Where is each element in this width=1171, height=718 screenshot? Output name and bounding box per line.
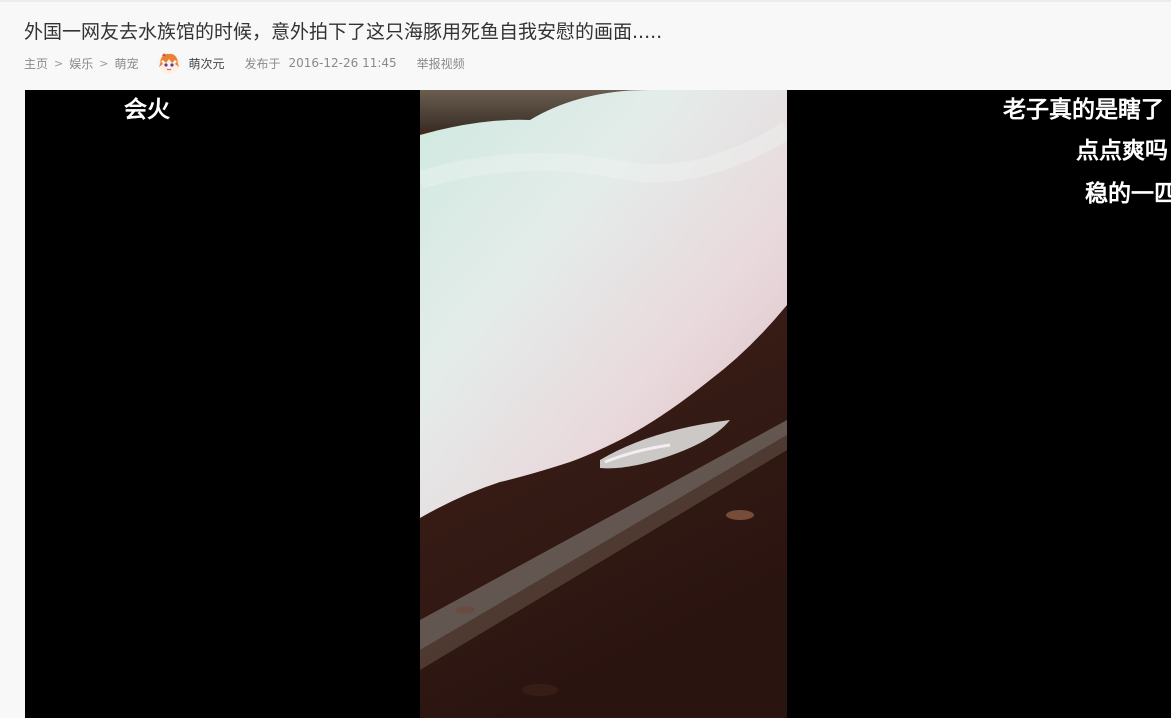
video-caption-right-line1: 老子真的是瞎了 xyxy=(1003,97,1164,123)
publish-datetime: 2016-12-26 11:45 xyxy=(288,56,397,70)
video-frame-dolphin xyxy=(420,90,787,718)
top-border xyxy=(0,0,1171,2)
breadcrumb-home[interactable]: 主页 xyxy=(24,55,48,72)
video-caption-left: 会火 xyxy=(124,97,170,123)
publish-label: 发布于 xyxy=(244,56,281,71)
author-avatar-icon[interactable] xyxy=(158,52,181,74)
article-title: 外国一网友去水族馆的时候，意外拍下了这只海豚用死鱼自我安慰的画面..... xyxy=(24,21,663,43)
article-page: 外国一网友去水族馆的时候，意外拍下了这只海豚用死鱼自我安慰的画面..... 主页… xyxy=(0,0,1171,718)
dolphin-video-image xyxy=(420,90,787,718)
breadcrumb-separator: > xyxy=(54,56,64,70)
author-name[interactable]: 萌次元 xyxy=(188,55,224,72)
report-video-link[interactable]: 举报视频 xyxy=(417,55,465,72)
breadcrumb-entertainment[interactable]: 娱乐 xyxy=(69,55,93,72)
breadcrumb-separator: > xyxy=(99,56,109,70)
video-caption-right-line3: 稳的一匹 xyxy=(1085,181,1171,207)
video-caption-right-line2: 点点爽吗 xyxy=(1076,138,1168,164)
video-player[interactable]: 会火 老子真的是瞎了 点点爽吗 稳的一匹 xyxy=(25,90,1171,718)
anime-avatar-icon xyxy=(158,52,181,74)
article-meta-bar: 主页 > 娱乐 > 萌宠 萌次元 发布于 2016-12-26 11:45 举报… xyxy=(24,52,465,74)
breadcrumb-pets[interactable]: 萌宠 xyxy=(114,55,138,72)
